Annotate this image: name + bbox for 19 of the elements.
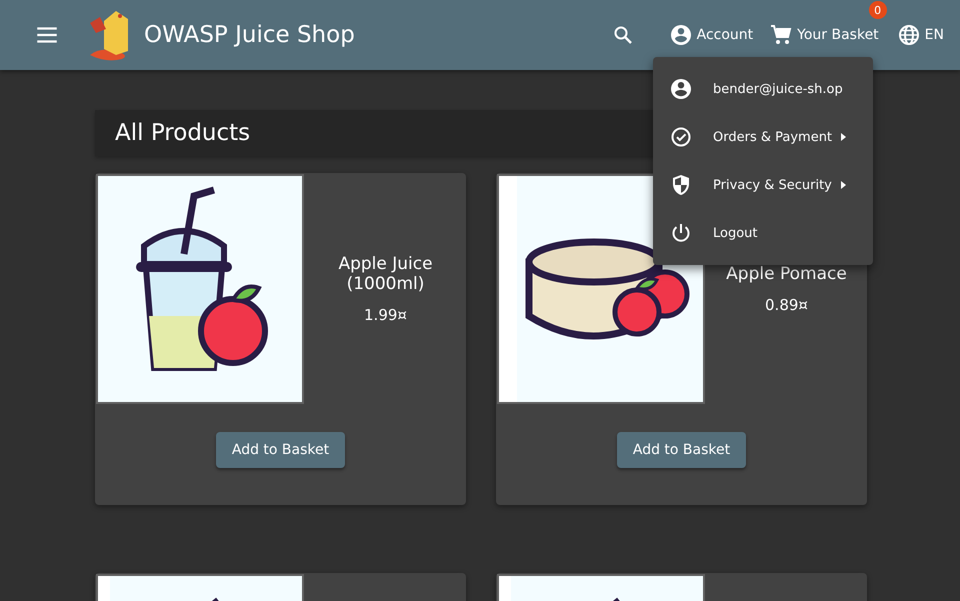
account-icon <box>668 23 693 47</box>
check-circle-icon <box>669 125 693 149</box>
caret-icon <box>838 132 848 142</box>
language-button[interactable]: EN <box>896 23 944 47</box>
product-price: 0.89¤ <box>765 296 808 314</box>
app-title[interactable]: OWASP Juice Shop <box>144 22 355 48</box>
add-to-basket-button[interactable]: Add to Basket <box>216 432 346 468</box>
add-to-basket-button[interactable]: Add to Basket <box>616 432 746 468</box>
product-price: 1.99¤ <box>364 306 407 324</box>
globe-icon <box>896 23 921 47</box>
account-icon <box>669 77 693 101</box>
cart-icon <box>769 23 794 47</box>
product-name: Apple Juice (1000ml) <box>337 254 434 294</box>
account-button[interactable]: Account <box>668 23 754 47</box>
basket-count-badge: 0 <box>868 1 887 19</box>
menu-item[interactable]: bender@juice-sh.op <box>653 65 873 113</box>
menu-item[interactable]: Logout <box>653 209 873 257</box>
menu-item[interactable]: Privacy & Security <box>653 161 873 209</box>
product-name: Apple Pomace <box>725 264 848 284</box>
